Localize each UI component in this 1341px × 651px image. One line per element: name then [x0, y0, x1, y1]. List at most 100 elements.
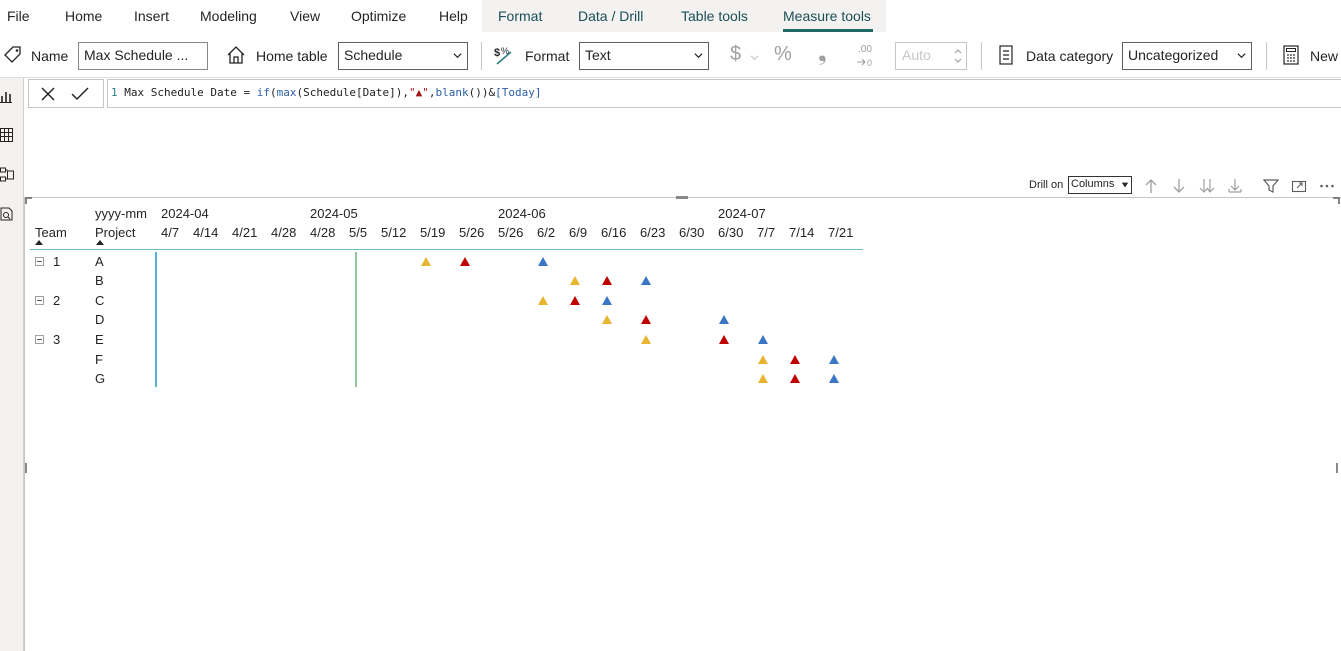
focus-mode-icon[interactable]: [1291, 178, 1307, 194]
project-cell[interactable]: A: [95, 254, 104, 269]
menu-view[interactable]: View: [290, 8, 320, 24]
report-view-icon[interactable]: [0, 88, 14, 104]
project-cell[interactable]: E: [95, 332, 104, 347]
model-view-icon[interactable]: [0, 167, 14, 183]
row-header-project[interactable]: Project: [95, 225, 135, 240]
currency-button[interactable]: $: [730, 43, 741, 66]
month-header[interactable]: 2024-07: [718, 206, 766, 221]
week-header[interactable]: 5/26: [459, 225, 484, 240]
decimals-button[interactable]: .00: [858, 44, 872, 55]
collapse-team-2-button[interactable]: [35, 296, 44, 305]
formula-concat: )&: [481, 86, 496, 99]
project-cell[interactable]: F: [95, 352, 103, 367]
menu-modeling[interactable]: Modeling: [200, 8, 257, 24]
new-measure-button[interactable]: New: [1310, 48, 1338, 64]
resize-handle-top[interactable]: [676, 196, 688, 199]
view-switcher-rail: [0, 78, 24, 651]
menu-table-tools[interactable]: Table tools: [681, 8, 748, 24]
week-header[interactable]: 4/21: [232, 225, 257, 240]
drill-down-icon[interactable]: [1171, 178, 1187, 194]
team-cell[interactable]: 3: [53, 332, 60, 347]
check-icon[interactable]: [71, 87, 89, 101]
schedule-triangle-marker: [570, 296, 580, 305]
week-header[interactable]: 5/12: [381, 225, 406, 240]
project-cell[interactable]: C: [95, 293, 104, 308]
expand-all-icon[interactable]: [1199, 178, 1215, 194]
schedule-triangle-marker: [829, 374, 839, 383]
format-icon: $ %: [494, 46, 512, 65]
schedule-triangle-marker: [758, 335, 768, 344]
collapse-team-3-button[interactable]: [35, 335, 44, 344]
resize-handle-top-right[interactable]: [1332, 197, 1340, 205]
team-cell[interactable]: 2: [53, 293, 60, 308]
resize-handle-left[interactable]: [25, 463, 27, 473]
menu-data-drill[interactable]: Data / Drill: [578, 8, 643, 24]
schedule-triangle-marker: [719, 335, 729, 344]
project-cell[interactable]: G: [95, 371, 105, 386]
home-table-select[interactable]: Schedule: [338, 42, 468, 70]
filter-icon[interactable]: [1263, 178, 1279, 194]
tag-icon: [4, 46, 21, 63]
expand-hierarchy-icon[interactable]: [1227, 178, 1243, 194]
menu-measure-tools[interactable]: Measure tools: [783, 8, 871, 24]
matrix-visual[interactable]: [24, 197, 1341, 651]
menu-file[interactable]: File: [7, 8, 30, 24]
schedule-triangle-marker: [602, 276, 612, 285]
drill-on-select[interactable]: Columns: [1068, 176, 1132, 194]
week-header[interactable]: 4/28: [310, 225, 335, 240]
format-select[interactable]: Text: [579, 42, 709, 70]
team-cell[interactable]: 1: [53, 254, 60, 269]
week-header[interactable]: 7/21: [828, 225, 853, 240]
more-options-icon[interactable]: [1319, 178, 1335, 194]
week-header[interactable]: 4/7: [161, 225, 179, 240]
week-header[interactable]: 4/28: [271, 225, 296, 240]
month-header[interactable]: 2024-04: [161, 206, 209, 221]
week-header[interactable]: 5/19: [420, 225, 445, 240]
name-input[interactable]: Max Schedule ...: [78, 42, 208, 70]
resize-handle-right[interactable]: [1336, 463, 1338, 473]
week-header[interactable]: 7/14: [789, 225, 814, 240]
week-header[interactable]: 6/30: [718, 225, 743, 240]
dax-query-icon[interactable]: [0, 206, 14, 222]
week-header[interactable]: 6/23: [640, 225, 665, 240]
calculator-icon[interactable]: [1280, 44, 1302, 66]
resize-handle-top-left[interactable]: [25, 197, 33, 205]
week-header[interactable]: 5/26: [498, 225, 523, 240]
formula-bar: 1 Max Schedule Date = if(max(Schedule[Da…: [28, 79, 1341, 108]
row-header-team[interactable]: Team: [35, 225, 67, 240]
week-header[interactable]: 6/2: [537, 225, 555, 240]
collapse-team-1-button[interactable]: [35, 257, 44, 266]
week-header[interactable]: 6/9: [569, 225, 587, 240]
week-header[interactable]: 5/5: [349, 225, 367, 240]
week-header[interactable]: 6/16: [601, 225, 626, 240]
menu-insert[interactable]: Insert: [134, 8, 169, 24]
dax-formula-editor[interactable]: 1 Max Schedule Date = if(max(Schedule[Da…: [107, 79, 1341, 108]
formula-fn-blank: blank: [435, 86, 469, 99]
project-cell[interactable]: D: [95, 312, 104, 327]
close-icon[interactable]: [41, 87, 55, 101]
comma-style-button[interactable]: ❟: [818, 40, 827, 66]
week-header[interactable]: 6/30: [679, 225, 704, 240]
chevron-down-icon: [750, 55, 759, 61]
data-category-select[interactable]: Uncategorized: [1122, 42, 1252, 70]
week-header[interactable]: 4/14: [193, 225, 218, 240]
chevron-down-icon: [1237, 53, 1246, 59]
column-field-label[interactable]: yyyy-mm: [95, 206, 147, 221]
table-view-icon[interactable]: [0, 127, 14, 143]
formula-paren: (: [269, 86, 277, 99]
menu-help[interactable]: Help: [439, 8, 468, 24]
percent-button[interactable]: %: [774, 43, 792, 66]
week-header[interactable]: 7/7: [757, 225, 775, 240]
drill-up-icon[interactable]: [1143, 178, 1159, 194]
menu-optimize[interactable]: Optimize: [351, 8, 406, 24]
schedule-triangle-marker: [570, 276, 580, 285]
chevron-down-icon: [694, 53, 703, 59]
menu-home[interactable]: Home: [65, 8, 102, 24]
project-cell[interactable]: B: [95, 273, 104, 288]
month-header[interactable]: 2024-05: [310, 206, 358, 221]
home-table-label: Home table: [256, 48, 328, 64]
menu-format[interactable]: Format: [498, 8, 542, 24]
month-header[interactable]: 2024-06: [498, 206, 546, 221]
decimal-places-placeholder: Auto: [902, 47, 931, 63]
formula-column-ref: (Schedule[Date]),: [296, 86, 410, 99]
